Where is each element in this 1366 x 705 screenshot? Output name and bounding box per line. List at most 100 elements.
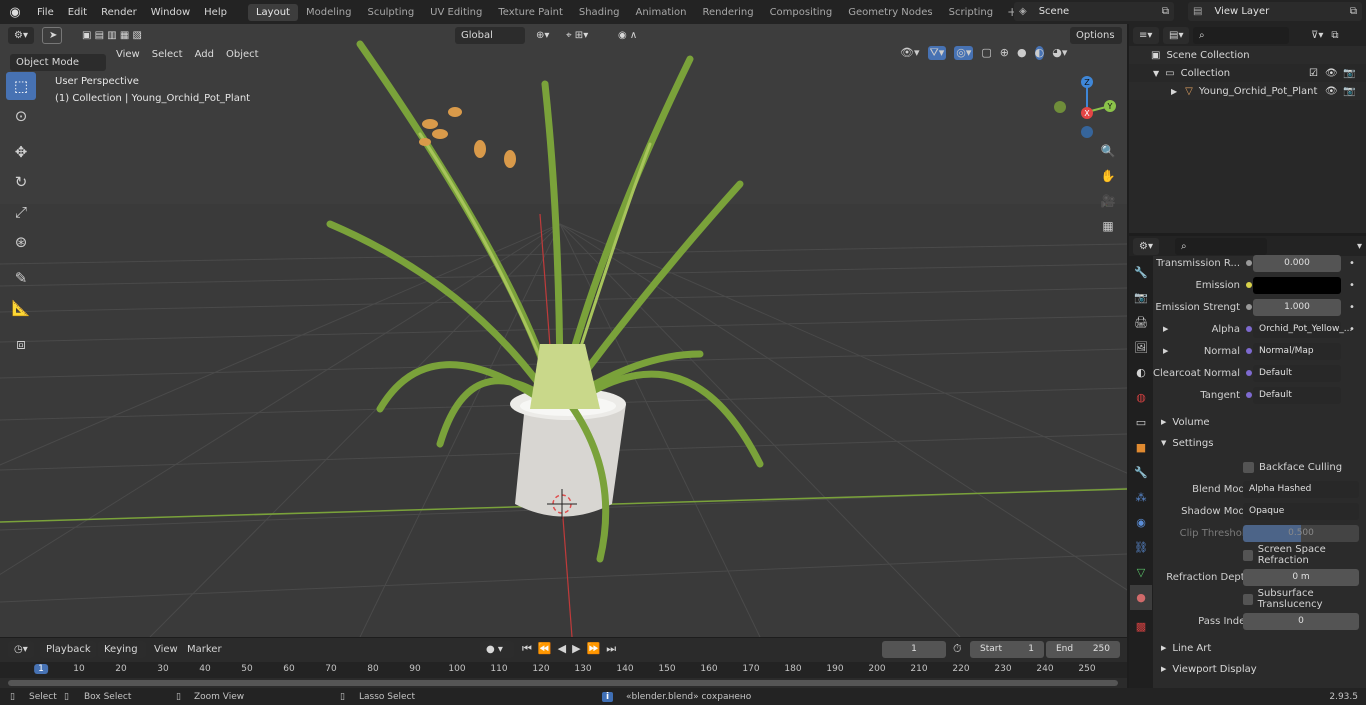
playback-menu[interactable]: Playback: [40, 640, 96, 658]
section-viewport-display[interactable]: ▶ Viewport Display: [1153, 659, 1366, 679]
render-tab-icon[interactable]: 📷: [1134, 285, 1148, 310]
visibility-icon[interactable]: 👁▾: [900, 46, 920, 60]
record-icon[interactable]: ● ▾: [480, 640, 514, 658]
object-tab-icon[interactable]: ■: [1136, 435, 1146, 460]
menu-file[interactable]: File: [30, 7, 61, 18]
proportional-edit-icon[interactable]: ◉ ∧: [612, 27, 658, 44]
scale-tool-icon[interactable]: ⤢: [6, 198, 36, 226]
next-keyframe-icon[interactable]: ⏩: [587, 642, 601, 656]
section-settings[interactable]: ▼ Settings: [1153, 433, 1366, 453]
play-reverse-icon[interactable]: ◀: [558, 642, 566, 656]
menu-edit[interactable]: Edit: [61, 7, 94, 18]
material-tab-icon[interactable]: ●: [1130, 585, 1152, 610]
mode-selector[interactable]: Object Mode: [10, 54, 106, 71]
keyframe-dot-icon[interactable]: •: [1349, 280, 1355, 291]
add-cube-tool-icon[interactable]: ⧈: [6, 330, 36, 358]
timeline-view-menu[interactable]: View: [154, 644, 178, 655]
pan-hand-icon[interactable]: ✋: [1098, 166, 1118, 186]
editor-type-icon[interactable]: ≡▾: [1133, 26, 1159, 44]
tab-sculpting[interactable]: Sculpting: [359, 4, 422, 21]
view-layer-tab-icon[interactable]: 🖼: [1134, 335, 1148, 360]
exclude-checkbox[interactable]: ☑: [1309, 68, 1318, 79]
alpha-link-field[interactable]: Orchid_Pot_Yellow_...: [1253, 320, 1352, 338]
clip-threshold-slider[interactable]: 0.500: [1243, 524, 1359, 542]
tab-layout[interactable]: Layout: [247, 3, 298, 21]
emission-color-swatch[interactable]: [1253, 276, 1341, 294]
backface-culling-checkbox[interactable]: Backface Culling: [1153, 458, 1366, 476]
menu-select[interactable]: Select: [146, 49, 189, 60]
options-chevron-icon[interactable]: ▾: [1357, 241, 1362, 252]
keyframe-dot-icon[interactable]: •: [1349, 302, 1355, 313]
transform-orientation-selector[interactable]: Global: [455, 26, 525, 44]
stopwatch-icon[interactable]: ⏱: [953, 642, 962, 656]
modifier-tab-icon[interactable]: 🔧: [1134, 460, 1148, 485]
current-frame-field[interactable]: 1: [882, 640, 946, 658]
measure-tool-icon[interactable]: 📐: [6, 294, 36, 322]
annotate-tool-icon[interactable]: ✎: [6, 264, 36, 292]
copy-icon[interactable]: ⧉: [1162, 6, 1169, 17]
rotate-tool-icon[interactable]: ↻: [6, 168, 36, 196]
end-frame-field[interactable]: End 250: [1046, 640, 1120, 658]
transform-tool-icon[interactable]: ⊛: [6, 228, 36, 256]
render-camera-icon[interactable]: 📷: [1343, 68, 1355, 79]
checkbox-box[interactable]: [1243, 461, 1254, 473]
tab-shading[interactable]: Shading: [571, 4, 628, 21]
copy-icon[interactable]: ⧉: [1350, 6, 1357, 17]
socket-icon[interactable]: [1246, 392, 1252, 398]
socket-icon[interactable]: [1246, 326, 1252, 332]
refraction-depth-field[interactable]: 0 m: [1243, 568, 1359, 586]
socket-icon[interactable]: [1246, 260, 1252, 266]
visibility-eye-icon[interactable]: 👁: [1325, 68, 1338, 79]
tab-compositing[interactable]: Compositing: [762, 4, 841, 21]
scene-tab-icon[interactable]: ◐: [1136, 360, 1146, 385]
render-camera-icon[interactable]: 📷: [1343, 86, 1355, 97]
editor-type-icon[interactable]: ⚙▾: [1133, 237, 1159, 255]
play-icon[interactable]: ▶: [572, 642, 580, 656]
outliner-search-input[interactable]: ⌕: [1193, 26, 1289, 44]
jump-end-icon[interactable]: ⏭: [606, 642, 616, 656]
ortho-grid-icon[interactable]: ▦: [1098, 216, 1118, 236]
expand-arrow-icon[interactable]: ▶: [1163, 325, 1168, 333]
section-volume[interactable]: ▶ Volume: [1153, 412, 1366, 432]
editor-type-icon[interactable]: ◷▾: [8, 640, 34, 658]
timeline-marker-menu[interactable]: Marker: [187, 644, 222, 655]
shading-solid-icon[interactable]: ●: [1017, 46, 1027, 60]
zoom-icon[interactable]: 🔍: [1098, 141, 1118, 161]
overlay-toggle-icon[interactable]: ◎▾: [954, 46, 974, 60]
output-tab-icon[interactable]: 🖨: [1134, 310, 1148, 335]
checkbox-box[interactable]: [1243, 593, 1253, 605]
menu-add[interactable]: Add: [189, 49, 220, 60]
menu-window[interactable]: Window: [144, 7, 197, 18]
start-frame-field[interactable]: Start 1: [970, 640, 1044, 658]
menu-object[interactable]: Object: [220, 49, 265, 60]
outliner-row-collection[interactable]: ▼ ▭ Collection ☑ 👁 📷: [1129, 64, 1366, 82]
view-layer-selector[interactable]: ▤ View Layer ⧉: [1188, 2, 1362, 21]
keyframe-dot-icon[interactable]: •: [1349, 258, 1355, 269]
timeline-scrollbar[interactable]: [8, 680, 1118, 686]
world-tab-icon[interactable]: ◍: [1136, 385, 1146, 410]
menu-render[interactable]: Render: [94, 7, 144, 18]
checkbox-box[interactable]: [1243, 549, 1253, 561]
properties-search-input[interactable]: ⌕: [1175, 237, 1267, 255]
tab-uv-editing[interactable]: UV Editing: [422, 4, 490, 21]
tangent-field[interactable]: Default: [1253, 386, 1341, 404]
camera-icon[interactable]: 🎥: [1098, 191, 1118, 211]
cursor-tool-icon[interactable]: ➤: [42, 26, 62, 44]
collection-tab-icon[interactable]: ▭: [1136, 410, 1146, 435]
socket-icon[interactable]: [1246, 348, 1252, 354]
select-box-tool-icon[interactable]: ⬚: [6, 72, 36, 100]
blender-logo-icon[interactable]: ◉: [0, 0, 30, 24]
socket-icon[interactable]: [1246, 304, 1252, 310]
navigation-gizmo[interactable]: Z Y X: [1050, 74, 1120, 144]
prev-keyframe-icon[interactable]: ⏪: [538, 642, 552, 656]
3d-viewport[interactable]: ⚙▾ ➤ ▣ ▤ ▥ ▦ ▧ Object Mode Global ⊕▾ ⌖ ⊞…: [0, 24, 1127, 637]
tab-scripting[interactable]: Scripting: [941, 4, 1001, 21]
outliner-row-object[interactable]: ▶ ▽ Young_Orchid_Pot_Plant 👁 📷: [1129, 82, 1366, 100]
visibility-eye-icon[interactable]: 👁: [1325, 86, 1338, 97]
socket-icon[interactable]: [1246, 282, 1252, 288]
emission-strength-field[interactable]: 1.000: [1253, 298, 1341, 316]
frame-ruler[interactable]: 1 10 20 30 40 50 60 70 80 90 100 110 120…: [0, 662, 1127, 678]
shadow-mode-dropdown[interactable]: Opaque: [1243, 502, 1359, 520]
jump-start-icon[interactable]: ⏮: [522, 642, 532, 656]
shading-material-icon[interactable]: ◐: [1034, 46, 1045, 60]
